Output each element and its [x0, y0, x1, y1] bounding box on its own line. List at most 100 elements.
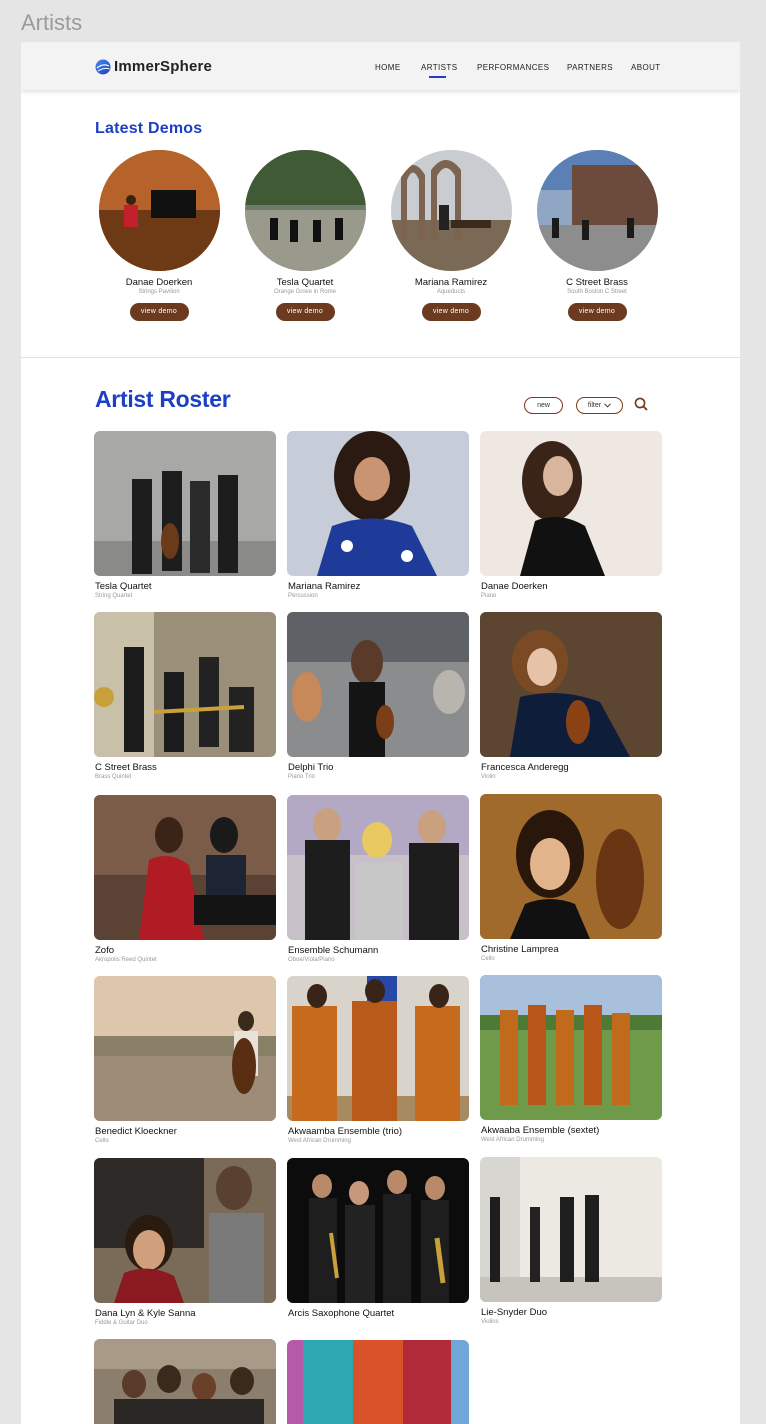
- section-divider: [21, 357, 740, 358]
- view-demo-button[interactable]: view demo: [129, 303, 189, 321]
- demo-name: C Street Brass: [566, 277, 628, 288]
- artist-genre: Fiddle & Guitar Duo: [95, 1320, 148, 1326]
- demo-card: Mariana Ramirez Aqueducts view demo: [390, 150, 512, 321]
- artist-photo: [287, 976, 469, 1121]
- nav-home[interactable]: HOME: [375, 63, 401, 72]
- artist-genre: Akropolis Reed Quintet: [95, 957, 157, 963]
- chevron-down-icon: [604, 403, 611, 408]
- artist-card[interactable]: Zofo Akropolis Reed Quintet: [94, 795, 276, 963]
- demo-location: Orange Grove in Rome: [273, 289, 337, 295]
- artist-genre: Cello: [95, 1138, 109, 1144]
- artist-name: Akwaaba Ensemble (sextet): [481, 1125, 600, 1136]
- artist-photo: [480, 794, 662, 939]
- artist-card[interactable]: C Street Brass Brass Quintet: [94, 612, 276, 780]
- artist-card[interactable]: Akwaamba Ensemble (trio) West African Dr…: [287, 976, 469, 1144]
- demo-location: Strings Pavilion: [138, 289, 180, 295]
- view-demo-button[interactable]: view demo: [275, 303, 335, 321]
- artist-photo: [94, 795, 276, 940]
- artist-genre: String Quartet: [95, 593, 133, 599]
- search-icon[interactable]: [634, 397, 648, 411]
- artist-name: Danae Doerken: [481, 581, 548, 592]
- filter-label: filter: [587, 402, 602, 409]
- demo-card: Tesla Quartet Orange Grove in Rome view …: [244, 150, 366, 321]
- artist-genre: Oboe/Viola/Piano: [288, 957, 335, 963]
- demo-name: Mariana Ramirez: [414, 277, 488, 288]
- artist-genre: Percussion: [288, 593, 318, 599]
- artist-photo: [480, 1157, 662, 1302]
- artist-card[interactable]: Tesla Quartet String Quartet: [94, 431, 276, 599]
- artist-card[interactable]: [94, 1339, 276, 1424]
- demo-card: C Street Brass South Boston C Street vie…: [536, 150, 658, 321]
- view-demo-button[interactable]: view demo: [421, 303, 481, 321]
- artist-photo: [94, 431, 276, 576]
- artist-card[interactable]: Benedict Kloeckner Cello: [94, 976, 276, 1144]
- artist-card[interactable]: Francesca Anderegg Violin: [480, 612, 662, 780]
- artist-photo: [287, 1158, 469, 1303]
- artist-photo: [94, 976, 276, 1121]
- artist-genre: Brass Quintet: [95, 774, 132, 780]
- artists-page: ImmerSphere HOME ARTISTS PERFORMANCES PA…: [21, 42, 740, 1424]
- demo-name: Tesla Quartet: [276, 277, 334, 288]
- demo-card: Danae Doerken Strings Pavilion view demo: [98, 150, 220, 321]
- demo-photo[interactable]: [244, 150, 366, 271]
- active-nav-indicator: [429, 76, 446, 78]
- artist-photo: [287, 1340, 469, 1424]
- artist-photo: [480, 431, 662, 576]
- demo-photo[interactable]: [390, 150, 512, 271]
- new-button[interactable]: new: [524, 397, 563, 414]
- site-header: ImmerSphere HOME ARTISTS PERFORMANCES PA…: [21, 42, 740, 90]
- artist-photo: [94, 1339, 276, 1424]
- nav-about[interactable]: ABOUT: [631, 63, 661, 72]
- main-nav: HOME ARTISTS PERFORMANCES PARTNERS ABOUT: [21, 63, 740, 83]
- artist-photo: [287, 612, 469, 757]
- artist-genre: Violin: [481, 774, 496, 780]
- nav-performances[interactable]: PERFORMANCES: [477, 63, 549, 72]
- artist-photo: [287, 431, 469, 576]
- artist-name: Tesla Quartet: [95, 581, 152, 592]
- artist-name: Benedict Kloeckner: [95, 1126, 177, 1137]
- demo-photo[interactable]: [98, 150, 220, 271]
- artist-name: Mariana Ramirez: [288, 581, 361, 592]
- artist-photo: [480, 612, 662, 757]
- artist-card[interactable]: Mariana Ramirez Percussion: [287, 431, 469, 599]
- artist-photo: [94, 1158, 276, 1303]
- artist-card[interactable]: Danae Doerken Piano: [480, 431, 662, 599]
- nav-partners[interactable]: PARTNERS: [567, 63, 613, 72]
- latest-demos-title: Latest Demos: [95, 120, 203, 137]
- artist-name: Francesca Anderegg: [481, 762, 569, 773]
- artist-name: Arcis Saxophone Quartet: [288, 1308, 395, 1319]
- demo-location: Aqueducts: [436, 289, 466, 295]
- artist-photo: [287, 795, 469, 940]
- demo-name: Danae Doerken: [125, 277, 193, 288]
- view-demo-button[interactable]: view demo: [567, 303, 627, 321]
- artist-genre: West African Drumming: [481, 1137, 544, 1143]
- demo-photo[interactable]: [536, 150, 658, 271]
- artist-photo: [94, 612, 276, 757]
- artist-name: Akwaamba Ensemble (trio): [288, 1126, 403, 1137]
- artist-name: Delphi Trio: [288, 762, 334, 773]
- artist-genre: Cello: [481, 956, 495, 962]
- artist-name: Dana Lyn & Kyle Sanna: [95, 1308, 196, 1319]
- artist-name: Zofo: [95, 945, 115, 956]
- demo-location: South Boston C Street: [567, 289, 627, 295]
- artist-card[interactable]: Dana Lyn & Kyle Sanna Fiddle & Guitar Du…: [94, 1158, 276, 1326]
- artist-card[interactable]: Arcis Saxophone Quartet: [287, 1158, 469, 1320]
- artist-card[interactable]: Lie-Snyder Duo Violins: [480, 1157, 662, 1325]
- frame-label: Artists: [21, 10, 83, 35]
- artist-genre: Piano Trio: [288, 774, 316, 780]
- artist-genre: West African Drumming: [288, 1138, 351, 1144]
- artist-card[interactable]: Delphi Trio Piano Trio: [287, 612, 469, 780]
- artist-name: C Street Brass: [95, 762, 157, 773]
- nav-artists[interactable]: ARTISTS: [421, 63, 457, 72]
- artist-name: Lie-Snyder Duo: [481, 1307, 548, 1318]
- artist-photo: [480, 975, 662, 1120]
- artist-card[interactable]: Ensemble Schumann Oboe/Viola/Piano: [287, 795, 469, 963]
- artist-genre: Violins: [481, 1319, 499, 1325]
- artist-card[interactable]: Akwaaba Ensemble (sextet) West African D…: [480, 975, 662, 1143]
- artist-genre: Piano: [481, 593, 497, 599]
- artist-name: Christine Lamprea: [481, 944, 559, 955]
- artist-card[interactable]: [287, 1340, 469, 1424]
- filter-dropdown[interactable]: filter: [576, 397, 623, 414]
- artist-name: Ensemble Schumann: [288, 945, 379, 956]
- artist-card[interactable]: Christine Lamprea Cello: [480, 794, 662, 962]
